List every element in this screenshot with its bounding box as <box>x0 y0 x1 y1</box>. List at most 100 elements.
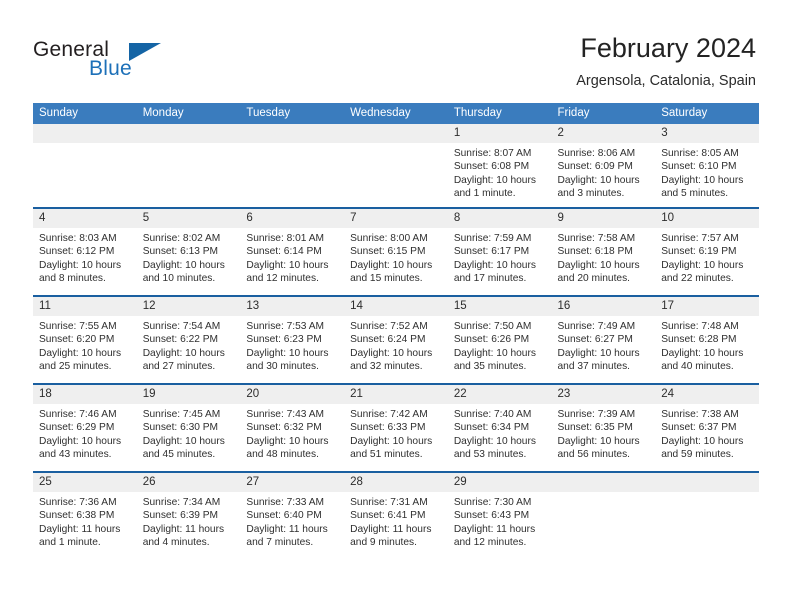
calendar-day-cell[interactable]: 14 Sunrise: 7:52 AM Sunset: 6:24 PM Dayligh… <box>344 297 448 383</box>
day-details: Sunrise: 8:00 AM Sunset: 6:15 PM Daylight:… <box>344 228 448 295</box>
day-number: 12 <box>136 297 241 316</box>
calendar-day-cell[interactable]: 12 Sunrise: 7:54 AM Sunset: 6:22 PM Dayligh… <box>136 297 241 383</box>
calendar-day-cell[interactable]: 25 Sunrise: 7:36 AM Sunset: 6:38 PM Dayligh… <box>33 473 137 559</box>
day-details <box>33 143 137 207</box>
weekday-header-sunday: Sunday <box>39 107 79 119</box>
calendar-day-cell[interactable]: 6 Sunrise: 8:01 AM Sunset: 6:14 PM Daylight… <box>240 209 345 295</box>
day-details: Sunrise: 7:36 AM Sunset: 6:38 PM Daylight:… <box>33 492 137 559</box>
daylight-text-cont: and 59 minutes. <box>661 448 734 460</box>
day-number: 15 <box>447 297 552 316</box>
sunrise-text: Sunrise: 7:36 AM <box>39 497 117 508</box>
daylight-text: Daylight: 10 hours <box>142 259 225 271</box>
daylight-text: Daylight: 11 hours <box>39 523 121 535</box>
weekday-header-saturday: Saturday <box>661 107 708 119</box>
calendar-day-cell[interactable]: 18 Sunrise: 7:46 AM Sunset: 6:29 PM Dayligh… <box>33 385 137 471</box>
sunrise-text: Sunrise: 7:31 AM <box>350 497 428 508</box>
calendar-day-cell[interactable]: 16 Sunrise: 7:49 AM Sunset: 6:27 PM Dayligh… <box>551 297 656 383</box>
sunrise-text: Sunrise: 7:46 AM <box>39 409 117 420</box>
calendar-day-cell[interactable]: 20 Sunrise: 7:43 AM Sunset: 6:32 PM Dayligh… <box>240 385 345 471</box>
sunrise-text: Sunrise: 7:42 AM <box>350 409 428 420</box>
brand-logo[interactable]: General Blue <box>33 38 253 88</box>
calendar-day-cell[interactable]: 11 Sunrise: 7:55 AM Sunset: 6:20 PM Dayligh… <box>33 297 137 383</box>
day-details: Sunrise: 7:50 AM Sunset: 6:26 PM Daylight:… <box>448 316 552 383</box>
day-details: Sunrise: 7:53 AM Sunset: 6:23 PM Daylight:… <box>240 316 344 383</box>
daylight-text: Daylight: 10 hours <box>453 174 536 186</box>
day-number: 4 <box>33 209 137 228</box>
calendar-day-cell[interactable]: 9 Sunrise: 7:58 AM Sunset: 6:18 PM Daylight… <box>551 209 656 295</box>
day-details: Sunrise: 8:06 AM Sunset: 6:09 PM Daylight:… <box>552 143 656 207</box>
sunrise-text: Sunrise: 7:39 AM <box>557 409 636 420</box>
calendar-day-cell[interactable]: 10 Sunrise: 7:57 AM Sunset: 6:19 PM Dayligh… <box>655 209 759 295</box>
calendar-day-cell[interactable]: 24 Sunrise: 7:38 AM Sunset: 6:37 PM Dayligh… <box>655 385 759 471</box>
calendar-day-cell-empty <box>344 124 448 207</box>
calendar-day-cell[interactable]: 13 Sunrise: 7:53 AM Sunset: 6:23 PM Dayligh… <box>240 297 345 383</box>
sunset-text: Sunset: 6:15 PM <box>350 246 426 258</box>
day-number: 1 <box>447 124 552 143</box>
daylight-text-cont: and 35 minutes. <box>453 360 527 372</box>
sunrise-text: Sunrise: 7:52 AM <box>350 321 428 332</box>
sunrise-text: Sunrise: 7:50 AM <box>453 321 532 332</box>
calendar-day-cell[interactable]: 19 Sunrise: 7:45 AM Sunset: 6:30 PM Dayligh… <box>136 385 241 471</box>
day-number <box>136 124 241 143</box>
calendar-day-cell[interactable]: 27 Sunrise: 7:33 AM Sunset: 6:40 PM Dayligh… <box>240 473 345 559</box>
daylight-text-cont: and 9 minutes. <box>350 536 417 548</box>
calendar-week-row: 1 Sunrise: 8:07 AM Sunset: 6:08 PM Daylight… <box>33 124 759 207</box>
calendar-table: Sunday Monday Tuesday Wednesday Thursday… <box>33 103 759 559</box>
calendar-day-cell[interactable]: 23 Sunrise: 7:39 AM Sunset: 6:35 PM Dayligh… <box>551 385 656 471</box>
daylight-text: Daylight: 10 hours <box>453 259 536 271</box>
daylight-text-cont: and 27 minutes. <box>142 360 216 372</box>
calendar-day-cell[interactable]: 22 Sunrise: 7:40 AM Sunset: 6:34 PM Dayligh… <box>447 385 552 471</box>
sunset-text: Sunset: 6:17 PM <box>453 246 530 258</box>
sunset-text: Sunset: 6:41 PM <box>350 510 426 522</box>
daylight-text-cont: and 22 minutes. <box>661 272 734 284</box>
day-number: 29 <box>447 473 552 492</box>
sunrise-text: Sunrise: 8:03 AM <box>39 233 117 244</box>
sunset-text: Sunset: 6:34 PM <box>453 422 530 434</box>
triangle-logo-icon <box>129 43 161 61</box>
day-details: Sunrise: 7:49 AM Sunset: 6:27 PM Daylight:… <box>552 316 656 383</box>
weekday-header-monday: Monday <box>142 107 184 119</box>
brand-name-blue: Blue <box>89 57 132 80</box>
calendar-day-cell[interactable]: 3 Sunrise: 8:05 AM Sunset: 6:10 PM Daylight… <box>655 124 759 207</box>
day-number: 22 <box>447 385 552 404</box>
daylight-text-cont: and 1 minute. <box>39 536 101 548</box>
sunrise-text: Sunrise: 7:49 AM <box>557 321 636 332</box>
calendar-day-cell[interactable]: 7 Sunrise: 8:00 AM Sunset: 6:15 PM Daylight… <box>344 209 448 295</box>
day-details <box>137 143 241 207</box>
calendar-day-cell[interactable]: 21 Sunrise: 7:42 AM Sunset: 6:33 PM Dayligh… <box>344 385 448 471</box>
calendar-day-cell[interactable]: 26 Sunrise: 7:34 AM Sunset: 6:39 PM Dayligh… <box>136 473 241 559</box>
daylight-text: Daylight: 10 hours <box>142 435 225 447</box>
page-header: General Blue February 2024 Argensola, Ca… <box>0 0 792 100</box>
sunset-text: Sunset: 6:43 PM <box>453 510 530 522</box>
daylight-text: Daylight: 11 hours <box>142 523 225 535</box>
sunset-text: Sunset: 6:24 PM <box>350 334 426 346</box>
weekday-header-thursday: Thursday <box>453 107 502 119</box>
calendar-day-cell[interactable]: 1 Sunrise: 8:07 AM Sunset: 6:08 PM Daylight… <box>447 124 552 207</box>
calendar-day-cell[interactable]: 5 Sunrise: 8:02 AM Sunset: 6:13 PM Daylight… <box>136 209 241 295</box>
daylight-text: Daylight: 11 hours <box>350 523 432 535</box>
sunset-text: Sunset: 6:18 PM <box>557 246 633 258</box>
day-details: Sunrise: 8:02 AM Sunset: 6:13 PM Daylight:… <box>137 228 241 295</box>
sunset-text: Sunset: 6:30 PM <box>142 422 219 434</box>
calendar-day-cell[interactable]: 8 Sunrise: 7:59 AM Sunset: 6:17 PM Daylight… <box>447 209 552 295</box>
day-number: 6 <box>240 209 345 228</box>
page-title: February 2024 <box>580 33 756 63</box>
calendar-day-cell[interactable]: 17 Sunrise: 7:48 AM Sunset: 6:28 PM Dayligh… <box>655 297 759 383</box>
day-details: Sunrise: 7:59 AM Sunset: 6:17 PM Daylight:… <box>448 228 552 295</box>
sunrise-text: Sunrise: 7:58 AM <box>557 233 636 244</box>
sunset-text: Sunset: 6:14 PM <box>246 246 322 258</box>
calendar-day-cell-empty <box>33 124 137 207</box>
sunset-text: Sunset: 6:13 PM <box>142 246 219 258</box>
daylight-text-cont: and 53 minutes. <box>453 448 527 460</box>
calendar-day-cell[interactable]: 28 Sunrise: 7:31 AM Sunset: 6:41 PM Dayligh… <box>344 473 448 559</box>
day-details <box>344 143 448 207</box>
sunrise-text: Sunrise: 7:54 AM <box>142 321 221 332</box>
day-details: Sunrise: 7:38 AM Sunset: 6:37 PM Daylight:… <box>655 404 759 471</box>
daylight-text-cont: and 8 minutes. <box>39 272 106 284</box>
calendar-day-cell[interactable]: 4 Sunrise: 8:03 AM Sunset: 6:12 PM Daylight… <box>33 209 137 295</box>
calendar-day-cell[interactable]: 2 Sunrise: 8:06 AM Sunset: 6:09 PM Daylight… <box>551 124 656 207</box>
daylight-text-cont: and 45 minutes. <box>142 448 216 460</box>
day-number: 9 <box>551 209 656 228</box>
calendar-day-cell[interactable]: 15 Sunrise: 7:50 AM Sunset: 6:26 PM Dayligh… <box>447 297 552 383</box>
calendar-day-cell[interactable]: 29 Sunrise: 7:30 AM Sunset: 6:43 PM Dayligh… <box>447 473 552 559</box>
